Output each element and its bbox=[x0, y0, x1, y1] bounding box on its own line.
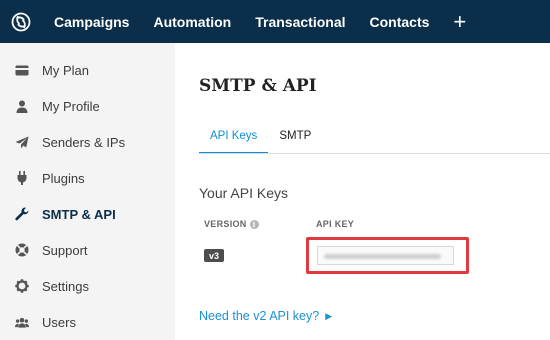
wrench-icon bbox=[15, 207, 29, 221]
sidebar-item-plugins[interactable]: Plugins bbox=[0, 163, 175, 193]
sidebar-item-users[interactable]: Users bbox=[0, 307, 175, 337]
tab-smtp[interactable]: SMTP bbox=[268, 129, 322, 154]
card-icon bbox=[15, 63, 29, 77]
main-content: SMTP & API API Keys SMTP Your API Keys V… bbox=[175, 43, 550, 340]
user-icon bbox=[15, 99, 29, 113]
masked-api-key bbox=[324, 254, 441, 259]
sidebar-item-label: Senders & IPs bbox=[42, 134, 126, 150]
sidebar-item-support[interactable]: Support bbox=[0, 235, 175, 265]
info-icon[interactable]: i bbox=[249, 219, 259, 229]
version-column-header: VERSION i bbox=[204, 219, 259, 229]
sidebar-item-label: SMTP & API bbox=[42, 206, 116, 222]
gear-icon bbox=[15, 279, 29, 293]
sidebar-item-senders-ips[interactable]: Senders & IPs bbox=[0, 127, 175, 157]
tab-bar: API Keys SMTP bbox=[199, 129, 322, 154]
sidebar-item-label: Users bbox=[42, 314, 76, 330]
api-key-column-header: API KEY bbox=[316, 219, 355, 229]
settings-sidebar: My Plan My Profile Senders & IPs Plugins… bbox=[0, 43, 175, 340]
users-icon bbox=[15, 315, 29, 329]
nav-automation[interactable]: Automation bbox=[153, 14, 231, 30]
caret-right-icon: ▶ bbox=[325, 310, 333, 321]
tab-api-keys[interactable]: API Keys bbox=[199, 129, 269, 154]
nav-campaigns[interactable]: Campaigns bbox=[54, 14, 129, 30]
lifebuoy-icon bbox=[15, 243, 29, 257]
sidebar-item-my-plan[interactable]: My Plan bbox=[0, 55, 175, 85]
v2-api-key-link[interactable]: Need the v2 API key? ▶ bbox=[199, 309, 332, 323]
page-title: SMTP & API bbox=[199, 76, 317, 96]
section-title: Your API Keys bbox=[199, 185, 288, 201]
sidebar-item-label: My Plan bbox=[42, 62, 89, 78]
sidebar-item-label: Settings bbox=[42, 278, 89, 294]
sidebar-item-my-profile[interactable]: My Profile bbox=[0, 91, 175, 121]
nav-contacts[interactable]: Contacts bbox=[370, 14, 430, 30]
sendinblue-logo-icon[interactable] bbox=[9, 10, 33, 34]
top-navigation-bar: Campaigns Automation Transactional Conta… bbox=[0, 0, 550, 43]
add-plus-icon[interactable]: + bbox=[453, 10, 466, 33]
tab-divider bbox=[199, 153, 550, 154]
sidebar-item-smtp-api[interactable]: SMTP & API bbox=[0, 199, 175, 229]
paper-plane-icon bbox=[15, 135, 29, 149]
api-key-highlight-box bbox=[306, 237, 469, 274]
api-key-field[interactable] bbox=[317, 246, 454, 265]
sidebar-item-label: Plugins bbox=[42, 170, 85, 186]
sidebar-item-label: My Profile bbox=[42, 98, 100, 114]
version-badge: v3 bbox=[204, 249, 224, 262]
sidebar-item-label: Support bbox=[42, 242, 88, 258]
plug-icon bbox=[15, 171, 29, 185]
v2-api-key-link-label: Need the v2 API key? bbox=[199, 309, 320, 323]
sidebar-item-settings[interactable]: Settings bbox=[0, 271, 175, 301]
nav-transactional[interactable]: Transactional bbox=[255, 14, 345, 30]
version-column-label: VERSION bbox=[204, 219, 247, 229]
